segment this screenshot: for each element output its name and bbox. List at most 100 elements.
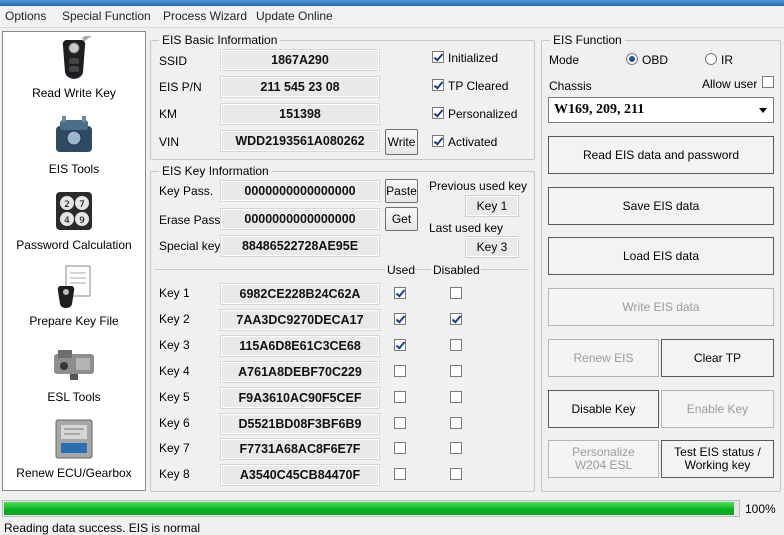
menu-options[interactable]: Options <box>5 9 46 23</box>
personalize-w204-esl-button[interactable]: Personalize W204 ESL <box>548 440 659 478</box>
divider <box>415 269 431 270</box>
key-row-value[interactable]: 6982CE228B24C62A <box>220 283 380 305</box>
erase-pass-label: Erase Pass. <box>159 213 224 227</box>
sidebar-item-label: Renew ECU/Gearbox <box>16 466 132 480</box>
save-eis-data-button[interactable]: Save EIS data <box>548 187 774 225</box>
special-key-field[interactable]: 88486522728AE95E <box>220 235 380 257</box>
key-row-label: Key 2 <box>159 312 190 326</box>
write-vin-button[interactable]: Write <box>385 129 418 155</box>
chassis-select[interactable]: W169, 209, 211 <box>548 97 774 123</box>
allow-user-checkbox[interactable] <box>762 76 774 88</box>
mode-obd-radio[interactable] <box>626 53 638 65</box>
sidebar-item-prepare-key-file[interactable]: Prepare Key File <box>3 262 145 338</box>
mode-ir-radio[interactable] <box>705 53 717 65</box>
key-row-value[interactable]: 7AA3DC9270DECA17 <box>220 309 380 331</box>
initialized-checkbox[interactable] <box>432 51 444 63</box>
key-disabled-checkbox[interactable] <box>450 417 462 429</box>
sidebar-item-label: ESL Tools <box>47 390 101 404</box>
menu-update-online[interactable]: Update Online <box>256 9 333 23</box>
key-used-checkbox[interactable] <box>394 442 406 454</box>
key-row-value[interactable]: D5521BD08F3BF6B9 <box>220 413 380 435</box>
write-eis-data-button[interactable]: Write EIS data <box>548 288 774 326</box>
key-disabled-checkbox[interactable] <box>450 365 462 377</box>
key-used-checkbox[interactable] <box>394 468 406 480</box>
vin-label: VIN <box>159 135 180 149</box>
menu-process-wizard[interactable]: Process Wizard <box>163 9 247 23</box>
chassis-label: Chassis <box>549 79 592 93</box>
test-eis-status-button[interactable]: Test EIS status / Working key <box>661 440 774 478</box>
sidebar-item-renew-ecu-gearbox[interactable]: Renew ECU/Gearbox <box>3 414 145 490</box>
ssid-field[interactable]: 1867A290 <box>220 49 380 71</box>
svg-text:2: 2 <box>64 200 70 210</box>
progress-bar <box>2 500 740 517</box>
tp-cleared-checkbox[interactable] <box>432 79 444 91</box>
key-pass-label: Key Pass. <box>159 184 214 198</box>
sidebar-item-label: EIS Tools <box>48 162 100 176</box>
eis-module-icon <box>52 112 96 158</box>
key-disabled-checkbox[interactable] <box>450 468 462 480</box>
mode-ir-label: IR <box>721 53 733 67</box>
special-key-label: Special key <box>159 239 221 253</box>
key-used-checkbox[interactable] <box>394 287 406 299</box>
divider <box>481 269 529 270</box>
key-disabled-checkbox[interactable] <box>450 391 462 403</box>
key-used-checkbox[interactable] <box>394 391 406 403</box>
car-key-icon <box>52 32 96 82</box>
disable-key-button[interactable]: Disable Key <box>548 390 659 428</box>
key-disabled-checkbox[interactable] <box>450 313 462 325</box>
sidebar-item-esl-tools[interactable]: ESL Tools <box>3 338 145 414</box>
enable-key-button[interactable]: Enable Key <box>661 390 774 428</box>
key-row-value[interactable]: A761A8DEBF70C229 <box>220 361 380 383</box>
sidebar-item-label: Prepare Key File <box>29 314 119 328</box>
key-used-checkbox[interactable] <box>394 417 406 429</box>
chevron-down-icon <box>759 108 767 113</box>
group-title: EIS Key Information <box>159 164 272 178</box>
personalized-label: Personalized <box>448 107 518 121</box>
load-eis-data-button[interactable]: Load EIS data <box>548 237 774 275</box>
menu-special-function[interactable]: Special Function <box>62 9 151 23</box>
sidebar-item-password-calculation[interactable]: 2 7 4 9 Password Calculation <box>3 186 145 262</box>
allow-user-label: Allow user <box>702 77 758 91</box>
key-row-label: Key 5 <box>159 390 190 404</box>
key-used-checkbox[interactable] <box>394 339 406 351</box>
read-eis-data-button[interactable]: Read EIS data and password <box>548 136 774 174</box>
key-pass-field[interactable]: 0000000000000000 <box>220 180 380 202</box>
key-row-value[interactable]: A3540C45CB84470F <box>220 464 380 486</box>
sidebar-item-read-write-key[interactable]: Read Write Key <box>3 32 145 110</box>
esl-lock-icon <box>52 340 96 386</box>
personalized-checkbox[interactable] <box>432 107 444 119</box>
status-text: Reading data success. EIS is normal <box>4 521 201 535</box>
key-used-checkbox[interactable] <box>394 365 406 377</box>
group-title: EIS Function <box>550 33 625 47</box>
key-disabled-checkbox[interactable] <box>450 442 462 454</box>
erase-pass-field[interactable]: 0000000000000000 <box>220 208 380 230</box>
key-row-value[interactable]: F7731A68AC8F6E7F <box>220 438 380 460</box>
clear-tp-button[interactable]: Clear TP <box>661 339 774 377</box>
key-row-label: Key 1 <box>159 286 190 300</box>
key-used-checkbox[interactable] <box>394 313 406 325</box>
previous-used-key-label: Previous used key <box>429 179 528 193</box>
get-button[interactable]: Get <box>385 207 418 231</box>
password-dial-icon: 2 7 4 9 <box>52 188 96 234</box>
eis-pn-field[interactable]: 211 545 23 08 <box>220 76 380 98</box>
sidebar-item-label: Read Write Key <box>32 86 116 100</box>
key-file-icon <box>52 264 96 310</box>
key-disabled-checkbox[interactable] <box>450 339 462 351</box>
last-used-key-label: Last used key <box>429 221 504 235</box>
activated-checkbox[interactable] <box>432 135 444 147</box>
km-field[interactable]: 151398 <box>220 103 380 125</box>
renew-eis-button[interactable]: Renew EIS <box>548 339 659 377</box>
tp-cleared-label: TP Cleared <box>448 79 509 93</box>
sidebar-item-eis-tools[interactable]: EIS Tools <box>3 110 145 186</box>
key-row-label: Key 6 <box>159 416 190 430</box>
used-column-header: Used <box>387 263 416 277</box>
eis-pn-label: EIS P/N <box>159 80 202 94</box>
key-disabled-checkbox[interactable] <box>450 287 462 299</box>
key-row-value[interactable]: F9A3610AC90F5CEF <box>220 387 380 409</box>
key-row-label: Key 4 <box>159 364 190 378</box>
group-title: EIS Basic Information <box>159 33 281 47</box>
paste-button[interactable]: Paste <box>385 179 418 203</box>
vin-field[interactable]: WDD2193561A080262 <box>220 130 380 152</box>
progress-fill <box>4 502 734 515</box>
key-row-value[interactable]: 115A6D8E61C3CE68 <box>220 335 380 357</box>
